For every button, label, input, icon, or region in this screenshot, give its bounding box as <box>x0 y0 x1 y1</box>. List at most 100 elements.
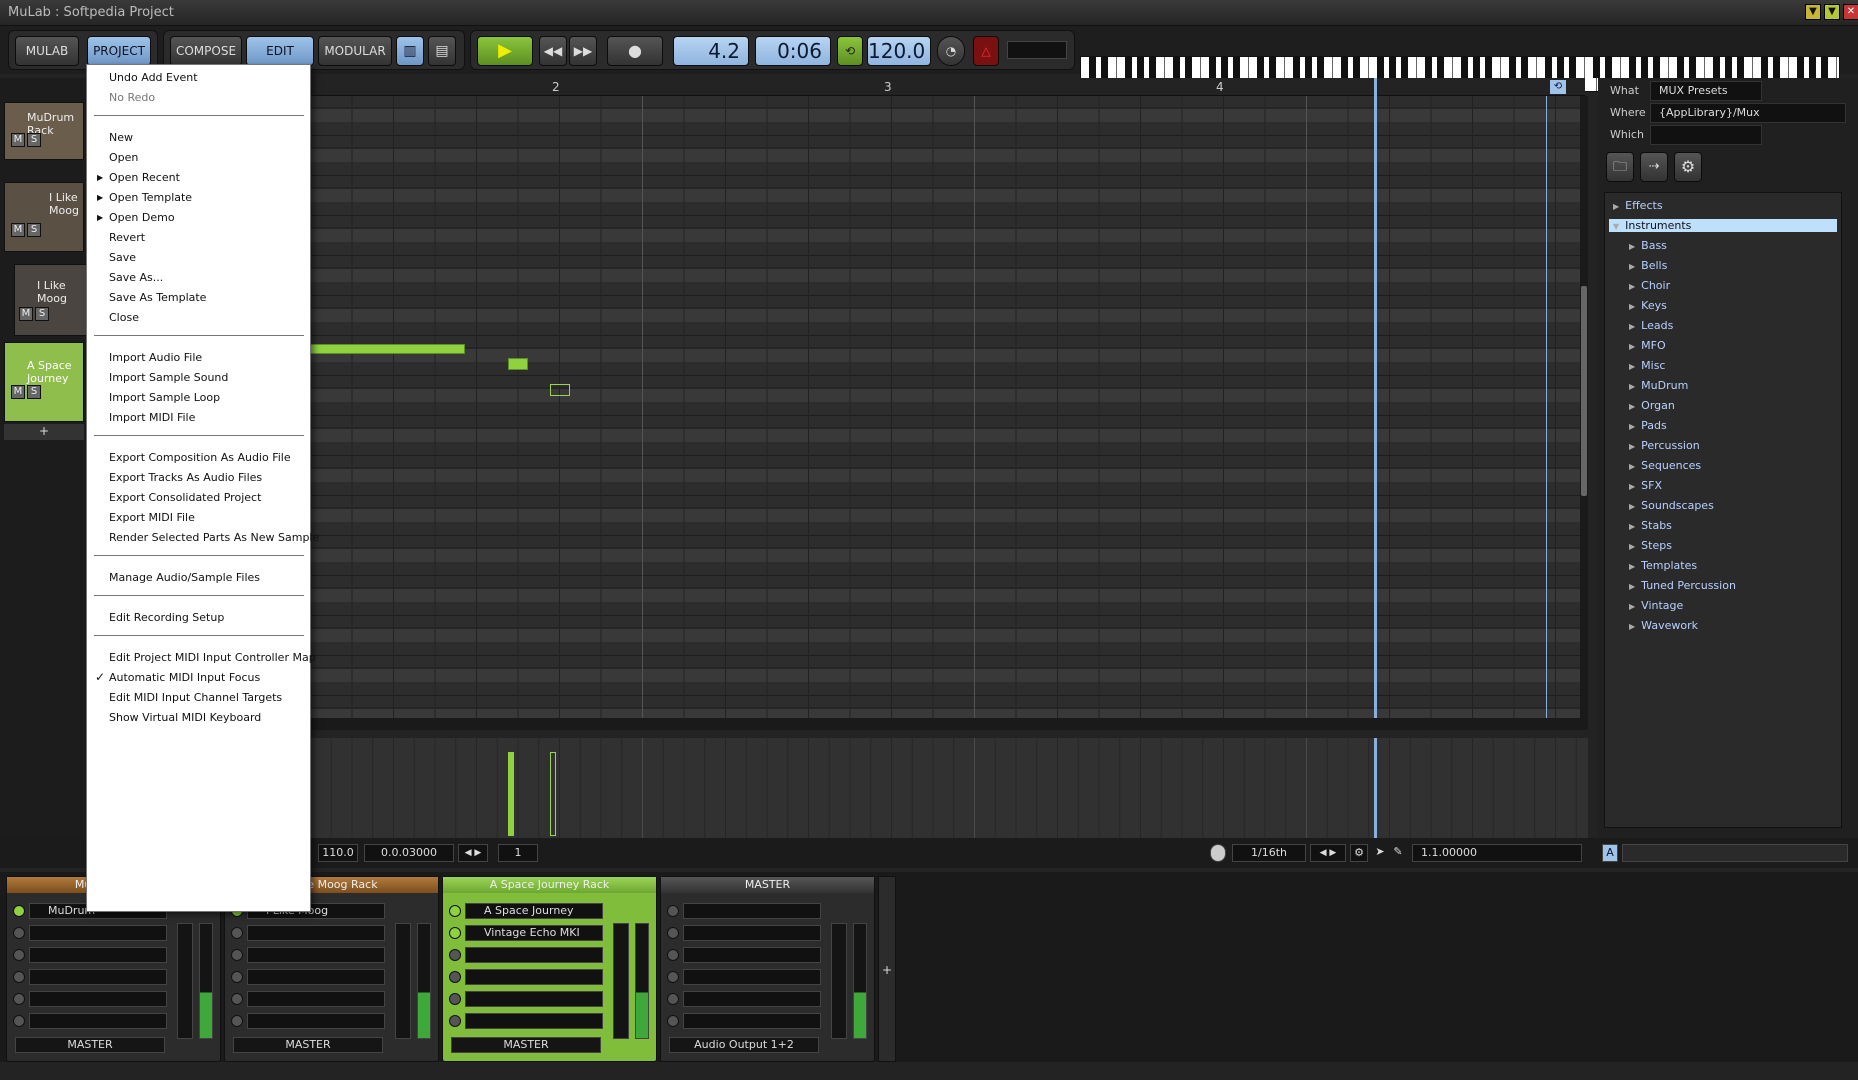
menu-item[interactable]: Export Consolidated Project <box>109 491 261 504</box>
menu-item[interactable]: Open <box>109 151 138 164</box>
menu-item[interactable]: New <box>109 131 133 144</box>
slot-power-icon[interactable] <box>667 971 679 983</box>
slot-power-icon[interactable] <box>13 1015 25 1027</box>
slot-power-icon[interactable] <box>13 993 25 1005</box>
browser-view-icon[interactable]: ▤ <box>428 36 456 66</box>
solo-button[interactable]: S <box>27 385 41 399</box>
collapsed-arrow-icon[interactable]: ▶ <box>1629 562 1635 571</box>
browser-scrollbar[interactable] <box>1622 844 1848 862</box>
what-field[interactable]: MUX Presets <box>1650 81 1762 101</box>
rack-output[interactable]: MASTER <box>233 1037 383 1053</box>
menu-item[interactable]: Undo Add Event <box>109 71 198 84</box>
slot-power-icon[interactable] <box>13 971 25 983</box>
menu-item[interactable]: Automatic MIDI Input Focus <box>109 671 260 684</box>
tree-item[interactable]: ▼ Instruments <box>1609 219 1837 232</box>
rack-slot[interactable] <box>247 969 385 985</box>
menu-item[interactable]: Save As Template <box>109 291 206 304</box>
collapsed-arrow-icon[interactable]: ▶ <box>1629 602 1635 611</box>
collapsed-arrow-icon[interactable]: ▶ <box>1613 202 1619 211</box>
mixer-view-icon[interactable]: ▥ <box>396 36 424 66</box>
tree-item[interactable]: ▶ Organ <box>1629 399 1675 412</box>
rack-slot[interactable] <box>465 969 603 985</box>
slot-power-icon[interactable] <box>13 905 25 917</box>
solo-button[interactable]: S <box>35 307 49 321</box>
slot-power-icon[interactable] <box>449 971 461 983</box>
solo-button[interactable]: S <box>27 223 41 237</box>
pointer-tool-icon[interactable]: ➤ <box>1372 844 1388 862</box>
tree-item[interactable]: ▶ Wavework <box>1629 619 1698 632</box>
rack-slot[interactable] <box>247 925 385 941</box>
add-rack-button[interactable]: + <box>878 876 896 1062</box>
velocity-field[interactable]: 110.0 <box>318 844 358 862</box>
expanded-arrow-icon[interactable]: ▼ <box>1613 222 1619 231</box>
playhead[interactable] <box>1374 78 1377 718</box>
menu-item[interactable]: Save <box>109 251 136 264</box>
tempo-knob-icon[interactable]: ◔ <box>937 36 965 66</box>
tree-item[interactable]: ▶ Stabs <box>1629 519 1672 532</box>
slot-power-icon[interactable] <box>449 905 461 917</box>
rack-slot[interactable] <box>683 925 821 941</box>
mute-button[interactable]: M <box>11 223 25 237</box>
rack-slot[interactable] <box>247 991 385 1007</box>
tree-item[interactable]: ▶ Keys <box>1629 299 1667 312</box>
rack-slot[interactable] <box>465 947 603 963</box>
tempo-display[interactable]: 120.0 <box>867 36 931 66</box>
collapsed-arrow-icon[interactable]: ▶ <box>1629 542 1635 551</box>
loop-icon[interactable]: ⟲ <box>837 36 863 66</box>
play-icon[interactable]: ▶ <box>477 36 533 66</box>
rack-slot[interactable]: Vintage Echo MKI <box>465 925 603 941</box>
slot-power-icon[interactable] <box>667 905 679 917</box>
rack-title[interactable]: MASTER <box>661 877 874 893</box>
slot-power-icon[interactable] <box>667 927 679 939</box>
minimize-button[interactable]: ▼ <box>1805 4 1821 20</box>
maximize-button[interactable]: ▼ <box>1824 4 1840 20</box>
slot-power-icon[interactable] <box>449 949 461 961</box>
import-icon[interactable]: ⇢ <box>1640 152 1668 182</box>
grid-size-field[interactable]: 1/16th <box>1232 844 1306 862</box>
rack-slot[interactable] <box>465 991 603 1007</box>
mixer-rack[interactable]: MASTER Audio Output 1+2 <box>660 876 875 1062</box>
collapsed-arrow-icon[interactable]: ▶ <box>1629 302 1635 311</box>
mute-button[interactable]: M <box>11 133 25 147</box>
collapsed-arrow-icon[interactable]: ▶ <box>1629 242 1635 251</box>
collapsed-arrow-icon[interactable]: ▶ <box>1629 442 1635 451</box>
rack-slot[interactable] <box>683 1013 821 1029</box>
menu-item[interactable]: Edit MIDI Input Channel Targets <box>109 691 282 704</box>
collapsed-arrow-icon[interactable]: ▶ <box>1629 382 1635 391</box>
slot-power-icon[interactable] <box>667 993 679 1005</box>
rack-slot[interactable] <box>247 1013 385 1029</box>
rack-slot[interactable] <box>683 991 821 1007</box>
tree-item[interactable]: ▶ Sequences <box>1629 459 1701 472</box>
collapsed-arrow-icon[interactable]: ▶ <box>1629 622 1635 631</box>
position-display[interactable]: 4.2 <box>673 36 749 66</box>
count-field[interactable]: 1 <box>498 844 538 862</box>
record-icon[interactable]: ● <box>607 36 663 66</box>
snap-toggle-icon[interactable] <box>1210 844 1226 862</box>
tree-item[interactable]: ▶ Steps <box>1629 539 1672 552</box>
rack-output[interactable]: Audio Output 1+2 <box>669 1037 819 1053</box>
rack-slot[interactable]: A Space Journey <box>465 903 603 919</box>
menu-item[interactable]: Export Composition As Audio File <box>109 451 291 464</box>
rack-slot[interactable] <box>29 925 167 941</box>
collapsed-arrow-icon[interactable]: ▶ <box>1629 502 1635 511</box>
rack-output[interactable]: MASTER <box>15 1037 165 1053</box>
tree-item[interactable]: ▶ Tuned Percussion <box>1629 579 1736 592</box>
menu-item[interactable]: Revert <box>109 231 145 244</box>
menu-item[interactable]: Edit Project MIDI Input Controller Map <box>109 651 316 664</box>
collapsed-arrow-icon[interactable]: ▶ <box>1629 342 1635 351</box>
velocity-bar[interactable] <box>508 752 514 836</box>
mixer-rack[interactable]: A Space Journey Rack A Space Journey Vinta… <box>442 876 657 1062</box>
grid-settings-icon[interactable]: ⚙ <box>1350 844 1368 862</box>
collapsed-arrow-icon[interactable]: ▶ <box>1629 522 1635 531</box>
cursor-position-field[interactable]: 1.1.00000 <box>1412 844 1582 862</box>
menu-item[interactable]: Open Template <box>109 191 192 204</box>
track-mudrum[interactable]: MuDrum Rack M S <box>4 102 84 160</box>
tree-item[interactable]: ▶ SFX <box>1629 479 1662 492</box>
tree-item[interactable]: ▶ Misc <box>1629 359 1665 372</box>
menu-item[interactable]: Close <box>109 311 139 324</box>
add-track-button[interactable]: + <box>4 424 84 440</box>
grid-arrows-icon[interactable]: ◀ ▶ <box>1310 844 1346 862</box>
rewind-icon[interactable]: ◀◀ <box>539 36 567 66</box>
rack-slot[interactable] <box>683 947 821 963</box>
tree-item[interactable]: ▶ Effects <box>1613 199 1663 212</box>
